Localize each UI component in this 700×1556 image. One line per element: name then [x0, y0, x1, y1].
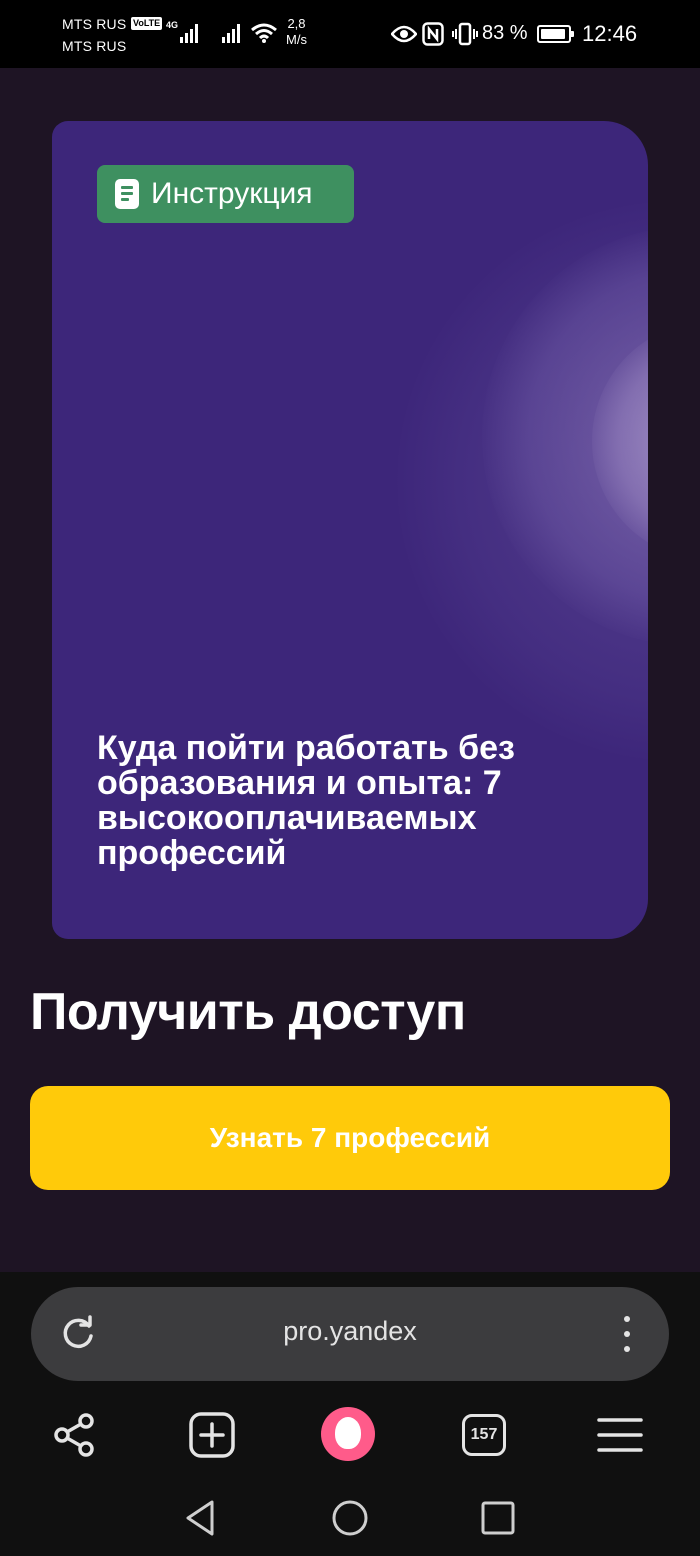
signal-icon	[222, 24, 240, 43]
battery-icon	[537, 25, 574, 43]
tabs-counter-button[interactable]: 157	[462, 1414, 506, 1456]
document-icon	[115, 179, 139, 209]
learn-professions-button[interactable]: Узнать 7 профессий	[30, 1086, 670, 1190]
vibrate-icon	[452, 22, 478, 46]
network-speed: 2,8 M/s	[286, 16, 307, 47]
url-text[interactable]: pro.yandex	[31, 1316, 669, 1347]
badge-label: Инструкция	[151, 177, 313, 210]
address-bar[interactable]: pro.yandex	[31, 1287, 669, 1381]
nfc-icon	[422, 22, 444, 46]
clock: 12:46	[582, 21, 638, 46]
battery-percent: 83 %	[482, 22, 528, 44]
article-card[interactable]: Инструкция Куда пойти работать без образ…	[52, 121, 648, 939]
back-icon[interactable]	[182, 1498, 222, 1538]
status-bar: MTS RUS MTS RUS VoLTE 4G 2,8 M/s 83 % 12…	[0, 0, 700, 68]
signal-icon	[180, 24, 198, 43]
new-tab-icon[interactable]	[189, 1412, 235, 1458]
carrier-2: MTS RUS	[62, 38, 127, 54]
home-icon[interactable]	[330, 1498, 370, 1538]
network-type: 4G	[166, 20, 179, 30]
share-icon[interactable]	[52, 1412, 98, 1458]
hamburger-menu-icon[interactable]	[597, 1412, 643, 1458]
system-nav-bar	[0, 1486, 700, 1556]
access-heading: Получить доступ	[30, 983, 466, 1041]
eye-icon	[391, 25, 417, 43]
wifi-icon	[251, 23, 277, 43]
carrier-1: MTS RUS	[62, 16, 127, 32]
volte-badge: VoLTE	[131, 17, 163, 30]
more-menu-icon[interactable]	[623, 1314, 631, 1354]
recents-icon[interactable]	[478, 1498, 518, 1538]
article-title: Куда пойти работать без образования и оп…	[97, 729, 515, 872]
instruction-badge: Инструкция	[97, 165, 354, 223]
alice-assistant-icon[interactable]	[321, 1407, 375, 1461]
